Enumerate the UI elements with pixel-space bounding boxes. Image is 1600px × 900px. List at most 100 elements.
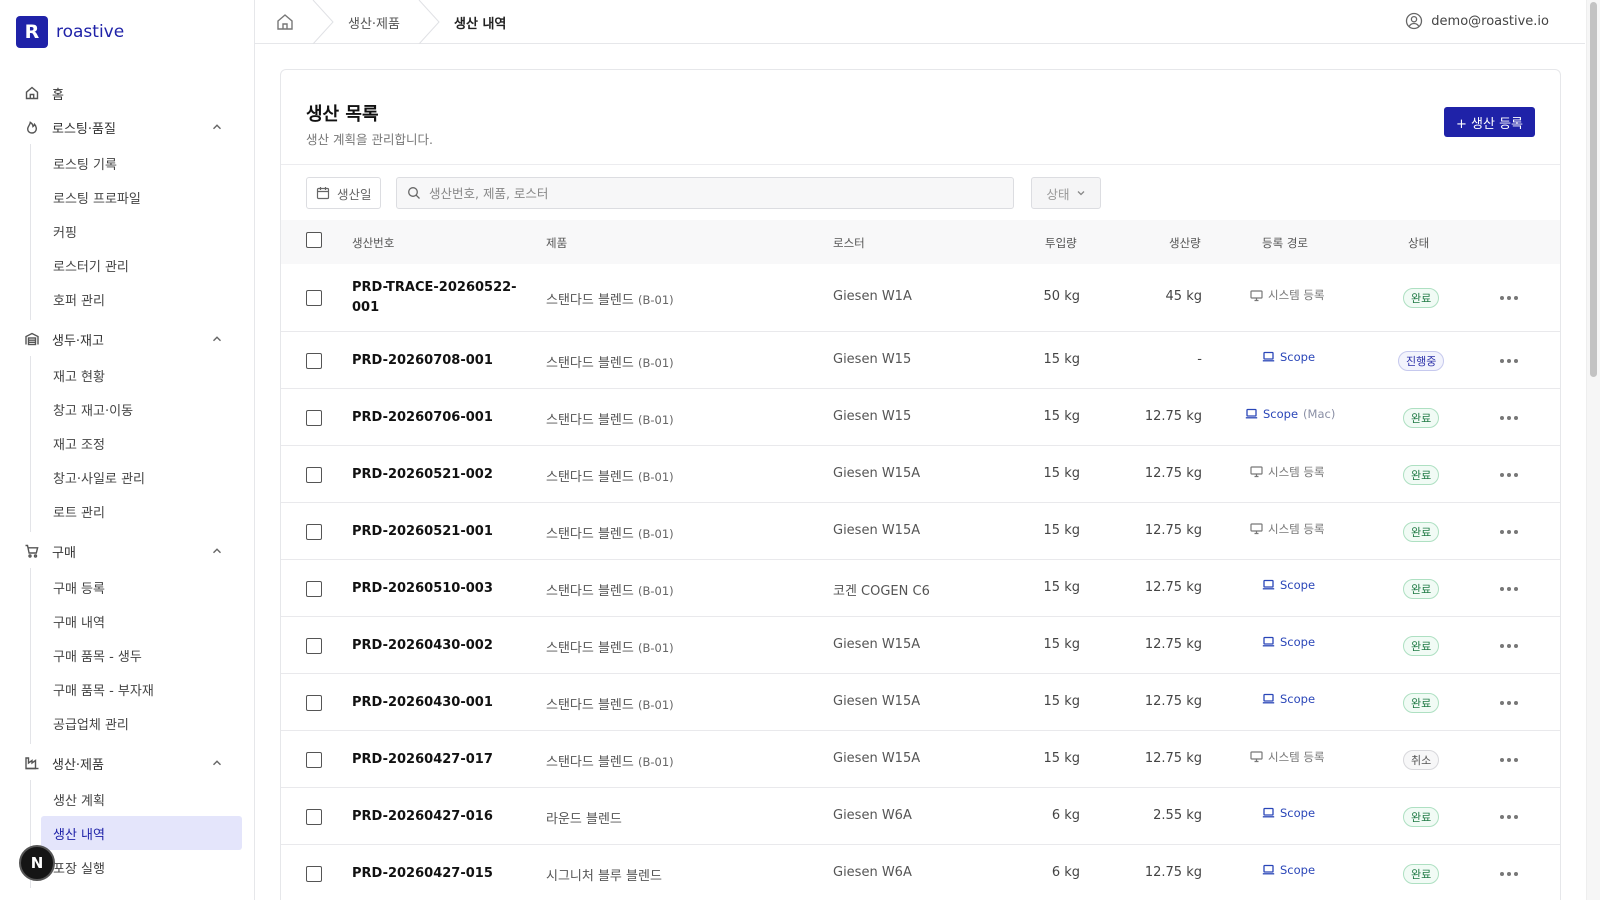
sidebar-item-supplier-management[interactable]: 공급업체 관리 <box>41 706 242 740</box>
production-id[interactable]: PRD-20260430-002 <box>352 636 527 656</box>
row-checkbox[interactable] <box>306 808 322 825</box>
row-more-icon[interactable] <box>1500 529 1518 535</box>
production-id[interactable]: PRD-20260427-015 <box>352 864 527 884</box>
table-row[interactable]: PRD-20260427-017 스탠다드 블렌드 (B-01) Giesen W1… <box>281 731 1560 788</box>
production-id[interactable]: PRD-20260427-016 <box>352 807 527 827</box>
status-badge: 완료 <box>1403 863 1440 884</box>
sidebar-item-cupping[interactable]: 커핑 <box>41 214 242 248</box>
column-header-input[interactable]: 투입량 <box>1045 235 1077 251</box>
status-filter-dropdown[interactable]: 상태 <box>1031 177 1101 209</box>
row-checkbox[interactable] <box>306 637 322 654</box>
sidebar-item-purchase-materials[interactable]: 구매 품목 - 부자재 <box>41 672 242 706</box>
production-id[interactable]: PRD-20260510-003 <box>352 579 527 599</box>
row-checkbox[interactable] <box>306 352 322 369</box>
sidebar-item-silo-management[interactable]: 창고·사일로 관리 <box>41 460 242 494</box>
column-header-status[interactable]: 상태 <box>1408 235 1429 251</box>
product-label: 스탠다드 블렌드 <box>546 583 634 599</box>
row-more-icon[interactable] <box>1500 358 1518 364</box>
sidebar-item-roasting-profile[interactable]: 로스팅 프로파일 <box>41 180 242 214</box>
sidebar-item-roasting-log[interactable]: 로스팅 기록 <box>41 146 242 180</box>
table-row[interactable]: PRD-20260521-002 스탠다드 블렌드 (B-01) Giesen W1… <box>281 446 1560 503</box>
sidebar-item-purchase-register[interactable]: 구매 등록 <box>41 570 242 604</box>
search-input[interactable] <box>429 185 989 201</box>
breadcrumb-production[interactable]: 생산·제품 <box>348 13 400 32</box>
sidebar-group-inventory[interactable]: 생두·재고 <box>0 322 254 356</box>
sidebar-item-roaster-management[interactable]: 로스터기 관리 <box>41 248 242 282</box>
sidebar-item-home[interactable]: 홈 <box>0 76 254 110</box>
row-more-icon[interactable] <box>1500 472 1518 478</box>
production-id[interactable]: PRD-TRACE-20260522-001 <box>352 278 527 318</box>
table-row[interactable]: PRD-20260521-001 스탠다드 블렌드 (B-01) Giesen W1… <box>281 503 1560 560</box>
production-id[interactable]: PRD-20260521-002 <box>352 465 527 485</box>
sidebar-item-stock-adjust[interactable]: 재고 조정 <box>41 426 242 460</box>
brand[interactable]: R roastive <box>16 16 124 48</box>
row-checkbox[interactable] <box>306 751 322 768</box>
laptop-icon <box>1262 864 1275 875</box>
chevron-up-icon <box>213 124 221 130</box>
table-row[interactable]: PRD-20260510-003 스탠다드 블렌드 (B-01) 코겐 COGEN … <box>281 560 1560 617</box>
sidebar-item-production-history[interactable]: 생산 내역 <box>41 816 242 850</box>
sidebar-subgroup-production: 생산 계획 생산 내역 포장 실행 <box>30 780 254 888</box>
product-label: 스탠다드 블렌드 <box>546 293 634 308</box>
home-icon[interactable] <box>275 12 295 32</box>
column-header-id[interactable]: 생산번호 <box>352 235 394 251</box>
column-header-roaster[interactable]: 로스터 <box>833 235 865 251</box>
column-header-output[interactable]: 생산량 <box>1169 235 1201 251</box>
scrollbar-thumb[interactable] <box>1590 2 1597 377</box>
user-menu[interactable]: demo@roastive.io <box>1405 12 1549 30</box>
row-checkbox[interactable] <box>306 865 322 882</box>
production-id[interactable]: PRD-20260708-001 <box>352 351 527 371</box>
row-more-icon[interactable] <box>1500 814 1518 820</box>
sidebar-item-purchase-green-bean[interactable]: 구매 품목 - 생두 <box>41 638 242 672</box>
laptop-icon <box>1262 579 1275 590</box>
add-production-button[interactable]: + 생산 등록 <box>1444 107 1535 137</box>
status-badge: 완료 <box>1403 692 1440 713</box>
table-row[interactable]: PRD-TRACE-20260522-001 스탠다드 블렌드 (B-01) Gie… <box>281 264 1560 332</box>
row-more-icon[interactable] <box>1500 643 1518 649</box>
sidebar-item-hopper-management[interactable]: 호퍼 관리 <box>41 282 242 316</box>
sidebar-item-packaging[interactable]: 포장 실행 <box>41 850 242 884</box>
production-id[interactable]: PRD-20260427-017 <box>352 750 527 770</box>
column-header-route[interactable]: 등록 경로 <box>1262 235 1308 251</box>
table-row[interactable]: PRD-20260708-001 스탠다드 블렌드 (B-01) Giesen W1… <box>281 332 1560 389</box>
row-more-icon[interactable] <box>1500 871 1518 877</box>
page-scrollbar[interactable] <box>1586 0 1600 900</box>
select-all-checkbox[interactable] <box>306 232 322 248</box>
sidebar-item-stock-status[interactable]: 재고 현황 <box>41 358 242 392</box>
sidebar-group-production[interactable]: 생산·제품 <box>0 746 254 780</box>
date-filter-label: 생산일 <box>337 186 372 202</box>
production-id[interactable]: PRD-20260706-001 <box>352 408 527 428</box>
row-checkbox[interactable] <box>306 290 322 306</box>
breadcrumb-separator-icon <box>418 0 440 44</box>
product-code: (B-01) <box>638 412 674 427</box>
registration-route: 시스템 등록 <box>1250 464 1330 480</box>
column-header-product[interactable]: 제품 <box>546 235 567 251</box>
date-filter-button[interactable]: 생산일 <box>306 177 381 209</box>
table-row[interactable]: PRD-20260430-001 스탠다드 블렌드 (B-01) Giesen W1… <box>281 674 1560 731</box>
dev-tools-badge[interactable]: N <box>19 845 55 881</box>
row-checkbox[interactable] <box>306 580 322 597</box>
sidebar-group-roasting[interactable]: 로스팅·품질 <box>0 110 254 144</box>
row-more-icon[interactable] <box>1500 757 1518 763</box>
output-amount: 12.75 kg <box>1144 636 1202 652</box>
row-checkbox[interactable] <box>306 694 322 711</box>
row-checkbox[interactable] <box>306 523 322 540</box>
row-more-icon[interactable] <box>1500 295 1518 301</box>
table-row[interactable]: PRD-20260427-016 라운드 블렌드 Giesen W6A 6 kg 2.… <box>281 788 1560 845</box>
sidebar-item-lot-management[interactable]: 로트 관리 <box>41 494 242 528</box>
sidebar-item-purchase-history[interactable]: 구매 내역 <box>41 604 242 638</box>
input-amount: 6 kg <box>1051 807 1080 823</box>
sidebar-item-warehouse-transfer[interactable]: 창고 재고·이동 <box>41 392 242 426</box>
sidebar-item-production-plan[interactable]: 생산 계획 <box>41 782 242 816</box>
table-row[interactable]: PRD-20260427-015 시그니처 블루 블렌드 Giesen W6A 6 … <box>281 845 1560 900</box>
row-more-icon[interactable] <box>1500 700 1518 706</box>
row-checkbox[interactable] <box>306 466 322 483</box>
row-checkbox[interactable] <box>306 409 322 426</box>
row-more-icon[interactable] <box>1500 415 1518 421</box>
table-row[interactable]: PRD-20260706-001 스탠다드 블렌드 (B-01) Giesen W1… <box>281 389 1560 446</box>
table-row[interactable]: PRD-20260430-002 스탠다드 블렌드 (B-01) Giesen W1… <box>281 617 1560 674</box>
row-more-icon[interactable] <box>1500 586 1518 592</box>
production-id[interactable]: PRD-20260521-001 <box>352 522 527 542</box>
sidebar-group-purchase[interactable]: 구매 <box>0 534 254 568</box>
production-id[interactable]: PRD-20260430-001 <box>352 693 527 713</box>
